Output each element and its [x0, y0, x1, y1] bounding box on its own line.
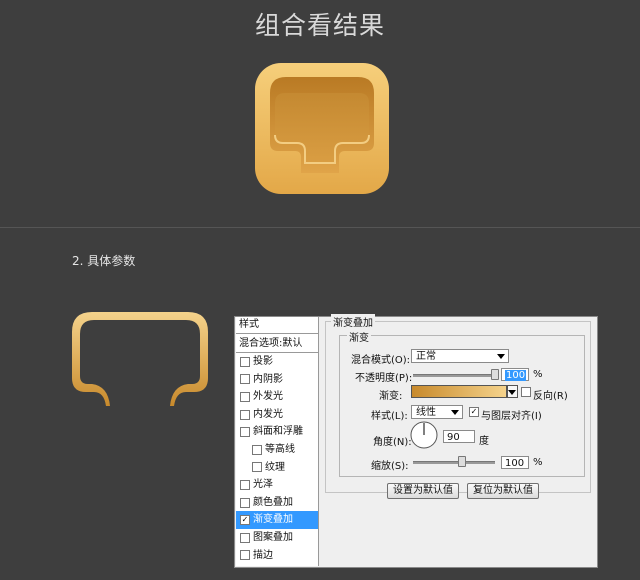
style-item-label: 内发光 — [253, 408, 283, 420]
style-checkbox[interactable] — [240, 356, 250, 367]
blend-options-item[interactable]: 混合选项:默认 — [236, 336, 318, 353]
gradient-style-value: 线性 — [416, 407, 436, 418]
style-checkbox[interactable] — [240, 409, 250, 420]
gradient-label: 渐变: — [379, 391, 403, 402]
styles-list: 样式 混合选项:默认 投影 内阴影 外发光 内发光 斜面和浮雕 等高线 纹理 光泽 颜色叠加 ✓ 渐… — [236, 317, 319, 566]
style-checkbox[interactable] — [240, 497, 250, 508]
style-item-label: 描边 — [253, 549, 273, 561]
style-label: 样式(L): — [371, 411, 408, 422]
chevron-down-icon — [508, 390, 516, 395]
section-heading: 2. 具体参数 — [72, 254, 136, 268]
scale-label: 缩放(S): — [371, 461, 409, 472]
chevron-down-icon — [451, 410, 459, 415]
style-item-label: 等高线 — [265, 443, 295, 455]
style-checkbox[interactable]: ✓ — [240, 515, 250, 526]
angle-unit: 度 — [479, 436, 489, 447]
opacity-slider-thumb[interactable] — [491, 369, 499, 380]
angle-value: 90 — [447, 432, 460, 443]
angle-input[interactable]: 90 — [443, 430, 475, 443]
style-item[interactable]: 外发光 — [236, 388, 318, 406]
reset-default-button[interactable]: 复位为默认值 — [467, 483, 539, 499]
opacity-value: 100 — [505, 370, 527, 381]
style-item-label: 斜面和浮雕 — [253, 426, 303, 438]
gradient-preview-swatch[interactable] — [411, 385, 507, 398]
align-with-layer-label: 与图层对齐(I) — [481, 411, 542, 422]
style-checkbox[interactable] — [240, 532, 250, 543]
style-checkbox[interactable] — [240, 550, 250, 561]
style-item[interactable]: 投影 — [236, 353, 318, 371]
section-title: 渐变叠加 — [331, 314, 375, 329]
style-item[interactable]: 等高线 — [236, 441, 318, 459]
app-icon-result — [255, 63, 389, 194]
opacity-percent: % — [533, 369, 543, 380]
style-checkbox[interactable] — [252, 462, 262, 473]
opacity-input[interactable]: 100 — [501, 368, 529, 381]
style-item-label: 外发光 — [253, 391, 283, 403]
style-checkbox[interactable] — [240, 427, 250, 438]
angle-dial[interactable] — [409, 420, 439, 450]
style-item[interactable]: 光泽 — [236, 476, 318, 494]
layer-style-dialog: 样式 混合选项:默认 投影 内阴影 外发光 内发光 斜面和浮雕 等高线 纹理 光泽 颜色叠加 ✓ 渐… — [234, 314, 598, 568]
set-default-button[interactable]: 设置为默认值 — [387, 483, 459, 499]
angle-label: 角度(N): — [373, 437, 412, 448]
chevron-down-icon — [497, 354, 505, 359]
style-checkbox[interactable] — [240, 391, 250, 402]
style-item[interactable]: 图案叠加 — [236, 529, 318, 547]
style-item[interactable]: ✓ 渐变叠加 — [236, 511, 318, 529]
style-item-label: 图案叠加 — [253, 531, 293, 543]
scale-slider-thumb[interactable] — [458, 456, 467, 467]
style-item-label: 纹理 — [265, 461, 285, 473]
section-divider — [0, 227, 640, 228]
gradient-style-select[interactable]: 线性 — [411, 405, 463, 419]
style-item[interactable]: 斜面和浮雕 — [236, 423, 318, 441]
gradient-picker-button[interactable] — [507, 385, 518, 398]
scale-value: 100 — [505, 458, 525, 469]
group-title: 渐变 — [347, 329, 371, 344]
gradient-overlay-pane: 渐变叠加 渐变 混合模式(O): 正常 不透明度(P): 100 % 渐变: 反… — [321, 314, 597, 567]
styles-header[interactable]: 样式 — [236, 317, 318, 334]
scale-input[interactable]: 100 — [501, 456, 529, 469]
style-item-label: 投影 — [253, 356, 273, 367]
opacity-label: 不透明度(P): — [355, 373, 413, 384]
blend-mode-label: 混合模式(O): — [351, 355, 411, 366]
gradient-frame-shape — [72, 312, 208, 406]
style-item[interactable]: 颜色叠加 — [236, 494, 318, 512]
style-item[interactable]: 内发光 — [236, 406, 318, 424]
style-item-label: 内阴影 — [253, 373, 283, 385]
blend-mode-value: 正常 — [416, 351, 436, 362]
scale-percent: % — [533, 457, 543, 468]
reverse-label: 反向(R) — [533, 391, 568, 402]
reverse-checkbox[interactable] — [521, 387, 531, 397]
style-checkbox[interactable] — [240, 479, 250, 490]
blend-mode-select[interactable]: 正常 — [411, 349, 509, 363]
style-item-label: 渐变叠加 — [253, 514, 293, 526]
opacity-slider-track[interactable] — [413, 374, 495, 377]
align-with-layer-checkbox[interactable]: ✓ — [469, 407, 479, 417]
scale-slider-track[interactable] — [413, 461, 495, 464]
page-title: 组合看结果 — [254, 11, 385, 40]
style-item[interactable]: 纹理 — [236, 459, 318, 477]
style-checkbox[interactable] — [252, 444, 262, 455]
style-item-label: 光泽 — [253, 479, 273, 491]
style-item[interactable]: 内阴影 — [236, 371, 318, 389]
style-checkbox[interactable] — [240, 374, 250, 385]
style-item-label: 颜色叠加 — [253, 496, 293, 508]
style-item[interactable]: 描边 — [236, 547, 318, 565]
